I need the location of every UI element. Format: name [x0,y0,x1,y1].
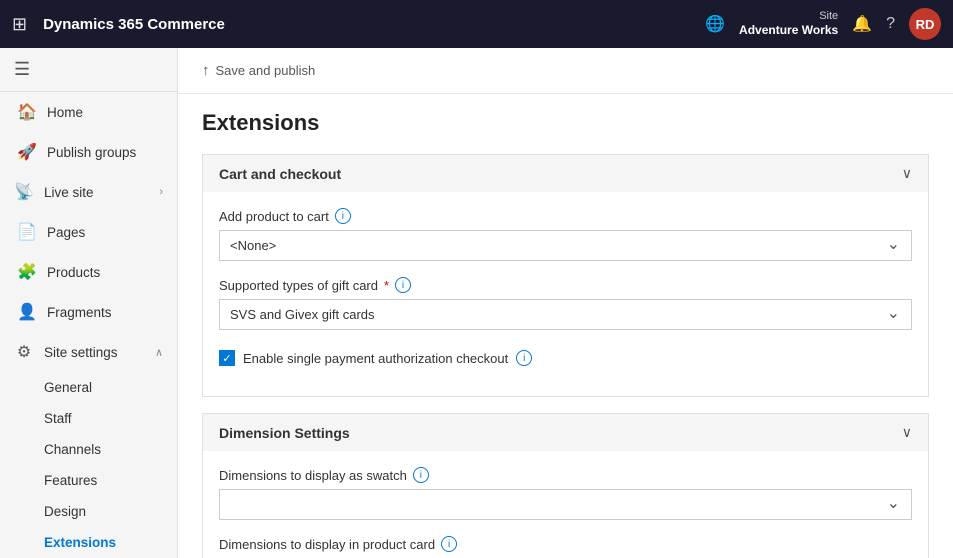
sidebar-item-home[interactable]: 🏠 Home [0,92,177,132]
save-publish-icon: ↑ [202,62,210,79]
globe-icon[interactable]: 🌐 [705,14,725,34]
section-dimension-title: Dimension Settings [219,425,350,441]
gift-card-label: Supported types of gift card * i [219,277,912,293]
add-product-select-wrapper: <None> [219,230,912,261]
site-settings-subitems: General Staff Channels Features Design E… [0,372,177,558]
add-product-select[interactable]: <None> [219,230,912,261]
section-dimension-header[interactable]: Dimension Settings ∨ [203,414,928,451]
sidebar-item-site-settings[interactable]: ⚙ Site settings ∧ [0,332,177,372]
chevron-right-icon: › [159,186,163,198]
pages-icon: 📄 [17,222,37,242]
sidebar-item-fragments-label: Fragments [47,305,112,320]
site-info: Site Adventure Works [739,9,838,39]
sidebar-item-live-site-label: Live site [44,185,94,200]
save-publish-button[interactable]: ↑ Save and publish [194,58,323,83]
dim-product-card-info-icon[interactable]: i [441,536,457,552]
save-publish-label: Save and publish [216,63,316,78]
dim-swatch-select[interactable] [219,489,912,520]
gift-card-select[interactable]: SVS and Givex gift cards [219,299,912,330]
single-payment-label: Enable single payment authorization chec… [243,351,508,366]
single-payment-info-icon[interactable]: i [516,350,532,366]
sidebar-site-settings-label: Site settings [44,345,118,360]
hamburger-icon[interactable]: ☰ [14,59,30,80]
dim-swatch-label: Dimensions to display as swatch i [219,467,912,483]
sidebar-item-live-site[interactable]: 📡 Live site › [0,172,177,212]
fragments-icon: 👤 [17,302,37,322]
chevron-down-icon: ∨ [902,165,912,182]
subitem-extensions[interactable]: Extensions [44,527,177,558]
sidebar: ☰ 🏠 Home 🚀 Publish groups 📡 Live site › … [0,48,178,558]
sidebar-item-publish-groups[interactable]: 🚀 Publish groups [0,132,177,172]
toolbar: ↑ Save and publish [178,48,953,94]
dim-product-card-label: Dimensions to display in product card i [219,536,912,552]
section-dimension-body: Dimensions to display as swatch i Dimens… [203,451,928,558]
section-cart-title: Cart and checkout [219,166,341,182]
sidebar-item-fragments[interactable]: 👤 Fragments [0,292,177,332]
sidebar-item-products-label: Products [47,265,100,280]
section-cart-header[interactable]: Cart and checkout ∨ [203,155,928,192]
gift-card-info-icon[interactable]: i [395,277,411,293]
add-product-info-icon[interactable]: i [335,208,351,224]
gift-card-select-wrapper: SVS and Givex gift cards [219,299,912,330]
content-inner: Extensions Cart and checkout ∨ Add produ… [178,94,953,558]
sidebar-top-row: ☰ [0,48,177,92]
sidebar-item-home-label: Home [47,105,83,120]
app-title: Dynamics 365 Commerce [43,16,695,33]
grid-icon[interactable]: ⊞ [12,14,27,35]
avatar[interactable]: RD [909,8,941,40]
single-payment-checkbox[interactable] [219,350,235,366]
help-icon[interactable]: ? [886,15,895,33]
page-title: Extensions [202,110,929,136]
home-icon: 🏠 [17,102,37,122]
add-product-label: Add product to cart i [219,208,912,224]
required-indicator: * [384,278,389,293]
section-dimension-settings: Dimension Settings ∨ Dimensions to displ… [202,413,929,558]
topnav-right: 🌐 Site Adventure Works 🔔 ? RD [705,8,941,40]
chevron-up-icon: ∧ [155,346,163,359]
single-payment-row: Enable single payment authorization chec… [219,346,912,370]
sidebar-item-publish-groups-label: Publish groups [47,145,136,160]
publish-groups-icon: 🚀 [17,142,37,162]
dim-swatch-select-wrapper [219,489,912,520]
main-layout: ☰ 🏠 Home 🚀 Publish groups 📡 Live site › … [0,48,953,558]
subitem-design[interactable]: Design [44,496,177,527]
content-area: ↑ Save and publish Extensions Cart and c… [178,48,953,558]
live-site-icon: 📡 [14,182,34,202]
sidebar-item-products[interactable]: 🧩 Products [0,252,177,292]
subitem-channels[interactable]: Channels [44,434,177,465]
bell-icon[interactable]: 🔔 [852,14,872,34]
site-name: Adventure Works [739,23,838,39]
settings-icon: ⚙ [14,342,34,362]
subitem-features[interactable]: Features [44,465,177,496]
chevron-down-icon-2: ∨ [902,424,912,441]
sidebar-item-pages[interactable]: 📄 Pages [0,212,177,252]
section-cart-body: Add product to cart i <None> Supported t… [203,192,928,396]
section-cart-checkout: Cart and checkout ∨ Add product to cart … [202,154,929,397]
products-icon: 🧩 [17,262,37,282]
topnav: ⊞ Dynamics 365 Commerce 🌐 Site Adventure… [0,0,953,48]
site-label: Site [819,9,838,23]
sidebar-item-pages-label: Pages [47,225,85,240]
subitem-general[interactable]: General [44,372,177,403]
dim-swatch-info-icon[interactable]: i [413,467,429,483]
subitem-staff[interactable]: Staff [44,403,177,434]
